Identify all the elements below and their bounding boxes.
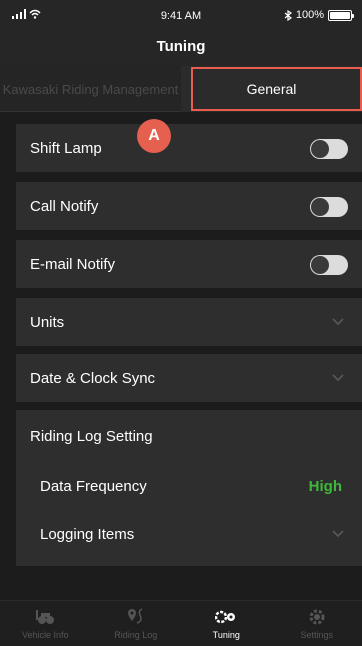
call-notify-toggle[interactable]	[310, 197, 348, 217]
motorcycle-icon	[36, 610, 55, 624]
nav-vehicle-info-label: Vehicle Info	[21, 630, 69, 640]
bottom-navigation: Vehicle Info Riding Log Tuning Settings	[0, 600, 362, 646]
annotation-marker-a: A	[137, 119, 171, 153]
nav-vehicle-info[interactable]: Vehicle Info	[0, 601, 91, 646]
call-notify-row: Call Notify	[16, 182, 362, 230]
logging-items-row[interactable]: Logging Items	[16, 510, 362, 558]
data-frequency-row[interactable]: Data Frequency High	[16, 462, 362, 510]
nav-riding-log-label: Riding Log	[114, 630, 158, 640]
data-frequency-value: High	[308, 477, 342, 495]
email-notify-label: E-mail Notify	[30, 255, 116, 273]
battery-percent: 100%	[295, 9, 324, 21]
tuning-icon	[215, 610, 236, 624]
shift-lamp-toggle[interactable]	[310, 139, 348, 159]
riding-log-setting-header: Riding Log Setting	[16, 412, 362, 460]
chevron-down-icon	[332, 318, 344, 326]
shift-lamp-label: Shift Lamp	[30, 139, 102, 157]
date-clock-sync-label: Date & Clock Sync	[30, 369, 156, 387]
call-notify-label: Call Notify	[30, 197, 99, 215]
status-bar: 9:41 AM 100%	[0, 0, 362, 32]
nav-tuning-label: Tuning	[212, 630, 240, 640]
units-label: Units	[30, 313, 65, 331]
date-clock-sync-row[interactable]: Date & Clock Sync	[16, 354, 362, 402]
shift-lamp-row: Shift Lamp	[16, 124, 362, 172]
battery-icon	[328, 9, 354, 21]
nav-settings[interactable]: Settings	[272, 601, 362, 646]
battery-status: 100%	[284, 9, 354, 21]
chevron-down-icon	[332, 374, 344, 382]
page-title: Tuning	[0, 32, 362, 66]
nav-tuning[interactable]: Tuning	[181, 601, 272, 646]
bluetooth-icon	[284, 9, 292, 21]
route-icon	[127, 608, 143, 624]
data-frequency-label: Data Frequency	[40, 477, 147, 495]
segment-tabs: Kawasaki Riding Management General	[0, 66, 362, 112]
email-notify-toggle[interactable]	[310, 255, 348, 275]
riding-log-setting-label: Riding Log Setting	[30, 427, 153, 445]
chevron-down-icon	[332, 530, 344, 538]
tab-general[interactable]: General	[181, 66, 362, 112]
logging-items-label: Logging Items	[40, 525, 135, 543]
nav-settings-label: Settings	[300, 630, 334, 640]
email-notify-row: E-mail Notify	[16, 240, 362, 288]
tab-kawasaki-riding-management[interactable]: Kawasaki Riding Management	[0, 66, 181, 112]
nav-riding-log[interactable]: Riding Log	[91, 601, 182, 646]
units-row[interactable]: Units	[16, 298, 362, 346]
gear-icon	[309, 609, 325, 625]
